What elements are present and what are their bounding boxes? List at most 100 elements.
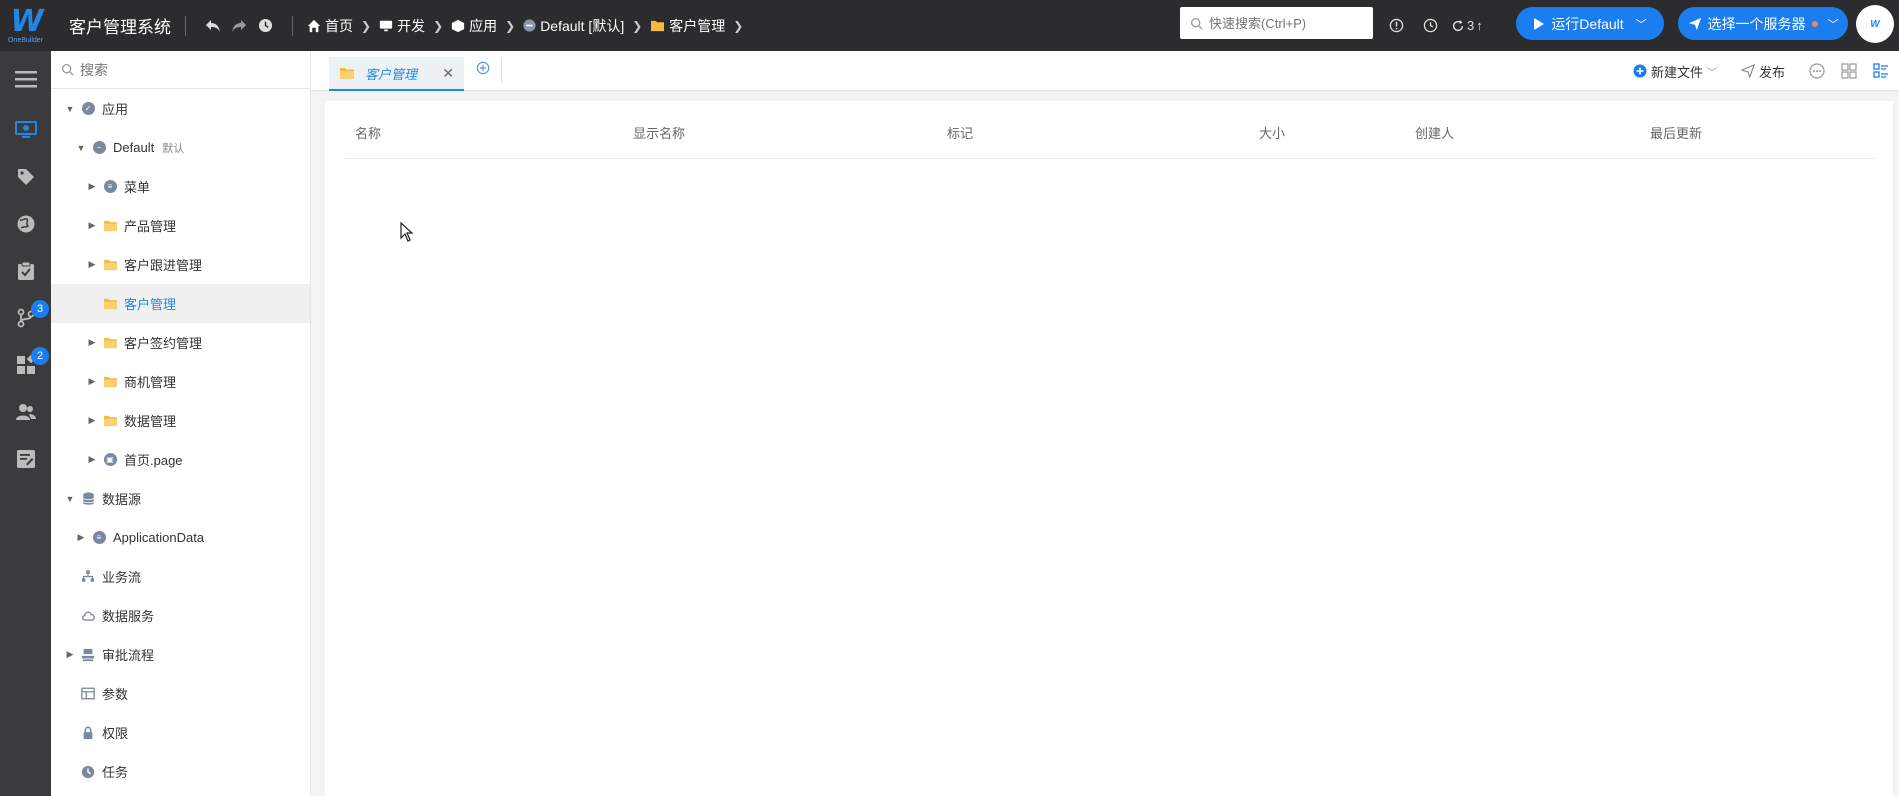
breadcrumb-home[interactable]: 首页: [307, 16, 353, 36]
tree-node-appdata[interactable]: ▶ ≡ ApplicationData: [51, 518, 310, 557]
tree-node-approval[interactable]: ▶ 审批流程: [51, 635, 310, 674]
tree-node-folder[interactable]: ▶ 客户签约管理: [51, 323, 310, 362]
tree-node-folder[interactable]: ▶ 数据管理: [51, 401, 310, 440]
tree-node-task[interactable]: 任务: [51, 752, 310, 791]
tree-node-folder[interactable]: ▶ 商机管理: [51, 362, 310, 401]
cloud-icon: [80, 608, 96, 624]
caret-right-icon[interactable]: ▶: [86, 181, 98, 192]
redo-icon[interactable]: [226, 13, 252, 39]
tag-icon[interactable]: [0, 153, 51, 200]
grid-view-icon[interactable]: [1841, 63, 1857, 79]
tree-node-permission[interactable]: 权限: [51, 713, 310, 752]
caret-right-icon[interactable]: ▶: [86, 220, 98, 231]
sidebar-search-input[interactable]: [80, 61, 280, 78]
hamburger-icon[interactable]: [0, 51, 51, 106]
select-server-button[interactable]: 选择一个服务器 ﹀: [1678, 7, 1848, 40]
chevron-right-icon: ❯: [505, 18, 516, 33]
breadcrumb-dev[interactable]: 开发: [379, 16, 425, 36]
tree-node-dataservice[interactable]: 数据服务: [51, 596, 310, 635]
caret-right-icon[interactable]: ▶: [86, 454, 98, 465]
avatar[interactable]: W: [1856, 5, 1894, 43]
refresh-icon[interactable]: 3 ↑: [1451, 13, 1483, 39]
notes-icon[interactable]: [0, 435, 51, 482]
file-list-panel: 名称 显示名称 标记 大小 创建人 最后更新: [325, 101, 1893, 796]
params-icon: [80, 686, 96, 702]
info-icon[interactable]: [1383, 13, 1409, 39]
components-badge: 2: [31, 347, 49, 365]
play-icon: [1534, 17, 1545, 30]
tree-node-app[interactable]: ▼ ✓ 应用: [51, 89, 310, 128]
new-file-button[interactable]: 新建文件 ﹀: [1633, 62, 1717, 81]
caret-right-icon[interactable]: ▶: [64, 649, 76, 660]
breadcrumb-customer[interactable]: 客户管理: [650, 16, 725, 36]
tree-node-menu[interactable]: ▶ ≡ 菜单: [51, 167, 310, 206]
globe-icon[interactable]: [0, 200, 51, 247]
sidebar-search[interactable]: [51, 51, 310, 89]
divider: [501, 59, 502, 83]
tab-customer[interactable]: 客户管理 ✕: [329, 57, 464, 91]
divider: [185, 15, 186, 36]
caret-right-icon[interactable]: ▶: [86, 259, 98, 270]
git-branch-icon[interactable]: 3: [0, 294, 51, 341]
caret-down-icon[interactable]: ▼: [64, 494, 76, 504]
caret-right-icon[interactable]: ▶: [86, 337, 98, 348]
close-icon[interactable]: ✕: [442, 65, 454, 82]
tree-node-page[interactable]: ▶ ▣ 首页.page: [51, 440, 310, 479]
tree-node-folder[interactable]: ▶ 客户跟进管理: [51, 245, 310, 284]
tree-node-bizflow[interactable]: 业务流: [51, 557, 310, 596]
folder-icon: [102, 218, 118, 234]
arrow-up-icon: ↑: [1476, 18, 1483, 33]
components-icon[interactable]: 2: [0, 341, 51, 388]
column-header-tag[interactable]: 标记: [947, 123, 973, 142]
run-button-label: 运行Default: [1551, 15, 1624, 32]
git-badge: 3: [31, 300, 49, 318]
caret-right-icon[interactable]: ▶: [86, 376, 98, 387]
breadcrumb-default[interactable]: Default [默认]: [523, 16, 624, 36]
column-header-last-updated[interactable]: 最后更新: [1650, 123, 1702, 142]
more-icon[interactable]: [1809, 63, 1825, 79]
tree-node-label: 客户签约管理: [124, 336, 203, 351]
column-header-display-name[interactable]: 显示名称: [633, 123, 685, 142]
rail-develop-icon[interactable]: [0, 106, 51, 153]
column-header-name[interactable]: 名称: [355, 123, 381, 142]
caret-right-icon[interactable]: ▶: [75, 532, 87, 543]
tree-node-default[interactable]: ▼ − Default 默认: [51, 128, 310, 167]
tree-node-label: ApplicationData: [113, 530, 205, 545]
undo-icon[interactable]: [200, 13, 226, 39]
quick-search-input[interactable]: [1209, 15, 1369, 31]
shield-check-icon: ✓: [80, 101, 96, 117]
publish-label: 发布: [1758, 64, 1785, 80]
column-header-size[interactable]: 大小: [1259, 123, 1285, 142]
publish-button[interactable]: 发布: [1740, 62, 1785, 81]
caret-right-icon[interactable]: ▶: [86, 415, 98, 426]
list-view-icon[interactable]: [1873, 63, 1889, 79]
monitor-icon: [379, 20, 393, 31]
run-button[interactable]: 运行Default ﹀: [1516, 7, 1664, 40]
folder-icon: [102, 413, 118, 429]
clipboard-check-icon[interactable]: [0, 247, 51, 294]
folder-icon: [651, 20, 665, 32]
tree-node-folder-selected[interactable]: 客户管理: [51, 284, 310, 323]
tree-node-datasource[interactable]: ▼ 数据源: [51, 479, 310, 518]
quick-search[interactable]: [1180, 7, 1373, 39]
caret-down-icon[interactable]: ▼: [75, 143, 87, 153]
column-header-creator[interactable]: 创建人: [1415, 123, 1454, 142]
file-toolbar: 新建文件 ﹀ 发布: [1633, 51, 1889, 91]
file-table-header: 名称 显示名称 标记 大小 创建人 最后更新: [345, 101, 1875, 159]
tree-node-label: 应用: [102, 102, 129, 117]
add-tab-icon[interactable]: [476, 61, 490, 78]
plus-circle-icon: [1633, 64, 1647, 78]
app-logo[interactable]: W OneBuilder: [0, 0, 51, 51]
breadcrumb-app[interactable]: 应用: [451, 16, 497, 36]
tree-node-params[interactable]: 参数: [51, 674, 310, 713]
tree-node-folder[interactable]: ▶ 产品管理: [51, 206, 310, 245]
history-icon[interactable]: [252, 13, 278, 39]
left-rail: 3 2: [0, 51, 51, 796]
users-icon[interactable]: [0, 388, 51, 435]
top-bar: W OneBuilder 客户管理系统 首页 ❯ 开发 ❯ 应用 ❯ Defau…: [0, 0, 1899, 51]
header-actions: 3 ↑: [1383, 0, 1483, 51]
clock-icon[interactable]: [1417, 13, 1443, 39]
status-dot: [1811, 20, 1818, 27]
chevron-down-icon: ﹀: [1827, 18, 1839, 31]
caret-down-icon[interactable]: ▼: [64, 104, 76, 114]
